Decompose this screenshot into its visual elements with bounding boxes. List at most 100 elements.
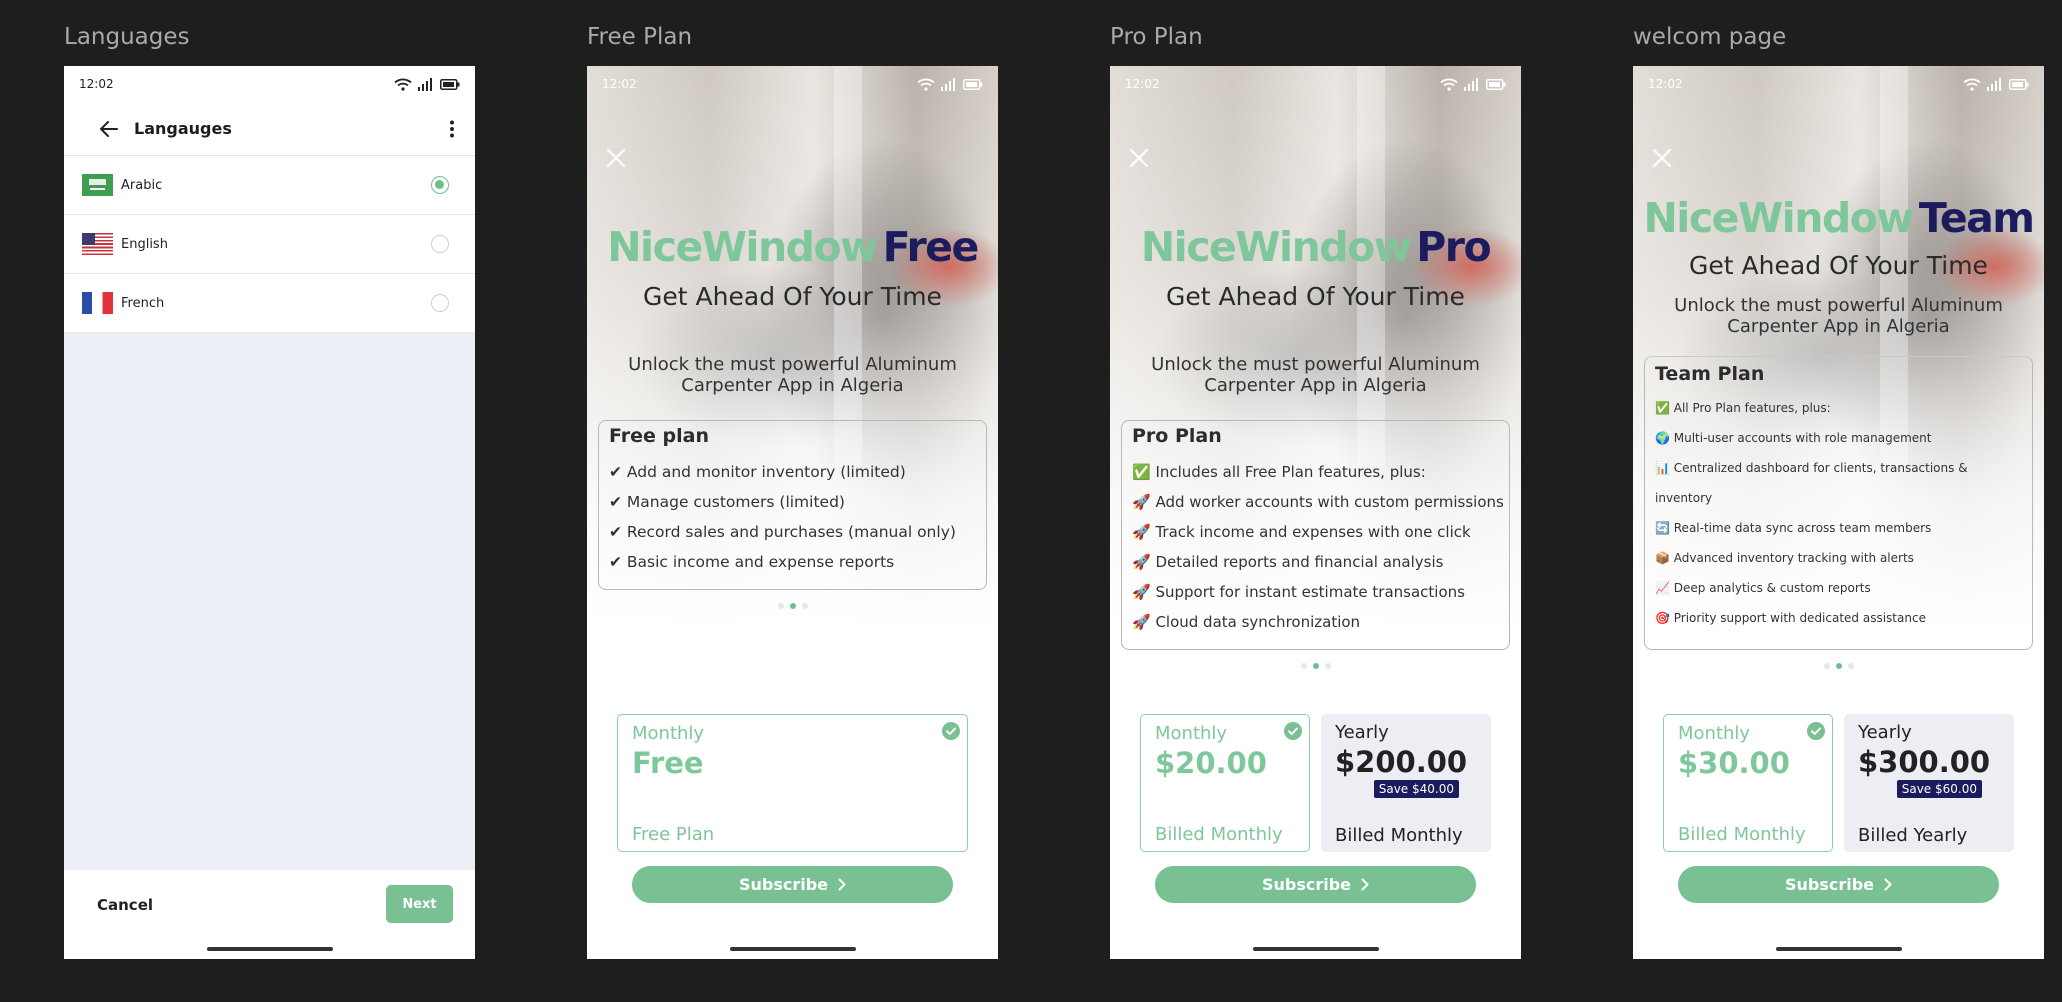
signal-icon xyxy=(1464,77,1478,91)
language-list: Arabic English French xyxy=(64,156,475,333)
radio-unselected[interactable] xyxy=(431,294,449,312)
price-period: Monthly xyxy=(1678,723,1751,744)
brand-title: NiceWindow Free xyxy=(607,223,980,271)
feature-card-title: Team Plan xyxy=(1655,363,1765,385)
price-amount: $30.00 xyxy=(1678,746,1790,780)
chevron-right-icon xyxy=(1361,878,1369,891)
frame-label-welcome-page: welcom page xyxy=(1633,24,1787,50)
pro-plan-screen: 12:02 NiceWindow Pro Get Ahead Of Your Ti… xyxy=(1110,66,1521,959)
signal-icon xyxy=(941,77,955,91)
feature-item: 📦 Advanced inventory tracking with alert… xyxy=(1655,551,1914,565)
page-indicator xyxy=(1633,663,2044,669)
signal-icon xyxy=(418,77,432,91)
feature-item: ✔ Add and monitor inventory (limited) xyxy=(609,463,906,481)
price-billing: Billed Monthly xyxy=(1335,825,1463,846)
plan-name: Free xyxy=(882,223,980,271)
price-billing: Billed Monthly xyxy=(1155,824,1283,845)
bottom-actions: Cancel Next xyxy=(64,870,475,959)
radio-selected[interactable] xyxy=(431,176,449,194)
next-button[interactable]: Next xyxy=(386,885,453,923)
language-label: English xyxy=(121,236,168,252)
chevron-right-icon xyxy=(1884,878,1892,891)
wifi-icon xyxy=(394,78,412,91)
language-option-arabic[interactable]: Arabic xyxy=(64,156,475,215)
close-icon[interactable] xyxy=(605,147,627,169)
tagline: Get Ahead Of Your Time xyxy=(1689,251,1988,280)
status-time: 12:02 xyxy=(1648,77,1683,91)
radio-unselected[interactable] xyxy=(431,235,449,253)
feature-item: 🚀 Add worker accounts with custom permis… xyxy=(1132,493,1504,511)
close-icon[interactable] xyxy=(1128,147,1150,169)
feature-card-title: Free plan xyxy=(609,425,709,447)
tagline: Get Ahead Of Your Time xyxy=(643,282,942,311)
subscribe-button[interactable]: Subscribe xyxy=(632,866,953,903)
feature-card: Free plan ✔ Add and monitor inventory (l… xyxy=(598,420,987,590)
feature-card-title: Pro Plan xyxy=(1132,425,1222,447)
status-bar: 12:02 xyxy=(1110,66,1521,102)
feature-item: ✔ Record sales and purchases (manual onl… xyxy=(609,523,956,541)
price-amount: Free xyxy=(632,746,704,780)
brand-title: NiceWindow Pro xyxy=(1140,223,1492,271)
battery-icon xyxy=(1486,78,1506,90)
plan-name: Pro xyxy=(1416,223,1491,271)
back-arrow-icon[interactable] xyxy=(100,120,118,137)
status-bar: 12:02 xyxy=(1633,66,2044,102)
feature-item: 🚀 Track income and expenses with one cli… xyxy=(1132,523,1471,541)
price-billing: Billed Yearly xyxy=(1858,825,1968,846)
battery-icon xyxy=(2009,78,2029,90)
home-indicator xyxy=(206,947,333,951)
battery-icon xyxy=(963,78,983,90)
price-amount: $300.00 xyxy=(1858,745,1991,779)
price-card-yearly[interactable]: Yearly $300.00 Save $60.00 Billed Yearly xyxy=(1844,714,2014,852)
language-label: Arabic xyxy=(121,177,163,193)
app-bar: Langauges xyxy=(64,102,475,156)
subtagline: Unlock the must powerful Aluminum Carpen… xyxy=(1674,295,2003,337)
price-card-monthly[interactable]: Monthly $30.00 Billed Monthly xyxy=(1663,714,1833,852)
tagline: Get Ahead Of Your Time xyxy=(1166,282,1465,311)
home-indicator xyxy=(1252,947,1379,951)
subtagline: Unlock the must powerful Aluminum Carpen… xyxy=(1151,354,1480,396)
feature-item: ✔ Basic income and expense reports xyxy=(609,553,895,571)
status-time: 12:02 xyxy=(602,77,637,91)
cancel-button[interactable]: Cancel xyxy=(97,896,153,914)
subscribe-button[interactable]: Subscribe xyxy=(1155,866,1476,903)
battery-icon xyxy=(440,78,460,90)
price-card-monthly[interactable]: Monthly Free Free Plan xyxy=(617,714,968,852)
home-indicator xyxy=(729,947,856,951)
close-icon[interactable] xyxy=(1651,147,1673,169)
feature-item: 📊 Centralized dashboard for clients, tra… xyxy=(1655,461,1968,505)
feature-item: 🚀 Detailed reports and financial analysi… xyxy=(1132,553,1444,571)
us-flag-icon xyxy=(82,233,113,255)
language-label: French xyxy=(121,295,165,311)
home-indicator xyxy=(1775,947,1902,951)
languages-screen: 12:02 Langauges Arabic English French Ca… xyxy=(64,66,475,959)
save-badge: Save $60.00 xyxy=(1896,780,1982,798)
subscribe-button[interactable]: Subscribe xyxy=(1678,866,1999,903)
price-card-monthly[interactable]: Monthly $20.00 Billed Monthly xyxy=(1140,714,1310,852)
status-time: 12:02 xyxy=(79,77,114,91)
more-options-icon[interactable] xyxy=(449,120,455,138)
language-option-french[interactable]: French xyxy=(64,274,475,333)
brand-title: NiceWindow Team xyxy=(1643,194,2035,242)
wifi-icon xyxy=(1963,78,1981,91)
page-indicator xyxy=(1110,663,1521,669)
price-period: Monthly xyxy=(1155,723,1228,744)
chevron-right-icon xyxy=(838,878,846,891)
feature-item: 🚀 Cloud data synchronization xyxy=(1132,613,1361,631)
saudi-flag-icon xyxy=(82,174,113,196)
status-time: 12:02 xyxy=(1125,77,1160,91)
check-circle-icon xyxy=(1807,722,1825,740)
frame-label-languages: Languages xyxy=(64,24,190,50)
status-bar: 12:02 xyxy=(64,66,475,102)
price-amount: $20.00 xyxy=(1155,746,1267,780)
language-option-english[interactable]: English xyxy=(64,215,475,274)
price-period: Monthly xyxy=(632,723,705,744)
page-title: Langauges xyxy=(134,119,232,138)
price-card-yearly[interactable]: Yearly $200.00 Save $40.00 Billed Monthl… xyxy=(1321,714,1491,852)
feature-item: 🎯 Priority support with dedicated assist… xyxy=(1655,611,1926,625)
feature-item: 🌍 Multi-user accounts with role manageme… xyxy=(1655,431,1932,445)
page-indicator xyxy=(587,603,998,609)
feature-item: ✅ All Pro Plan features, plus: xyxy=(1655,401,1831,415)
price-period: Yearly xyxy=(1335,722,1389,743)
signal-icon xyxy=(1987,77,2001,91)
